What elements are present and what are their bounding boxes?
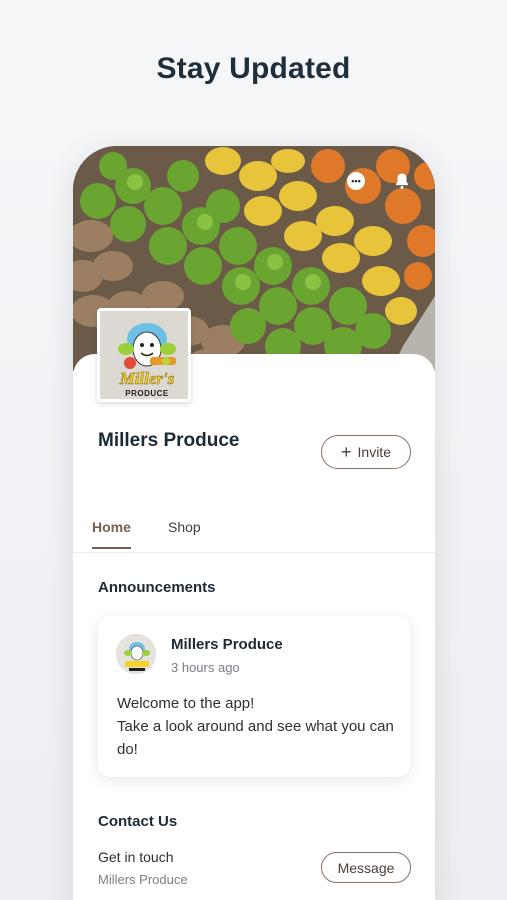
page-headline: Stay Updated	[156, 52, 351, 85]
logo-text-bottom: PRODUCE	[125, 389, 169, 398]
message-button[interactable]: Message	[321, 852, 411, 883]
post-line-2: Take a look around and see what you can …	[117, 718, 394, 758]
announcement-card[interactable]: Millers Produce 3 hours ago Welcome to t…	[98, 616, 410, 777]
invite-button[interactable]: + Invite	[321, 435, 411, 469]
business-name: Millers Produce	[98, 430, 240, 451]
avatar-illustration	[117, 635, 155, 673]
invite-label: Invite	[357, 444, 391, 460]
contact-title: Contact Us	[98, 813, 178, 830]
logo-text-top: Miller's	[119, 369, 175, 389]
plus-icon: +	[341, 442, 352, 462]
chat-bubble-icon[interactable]: •••	[347, 172, 365, 190]
bell-icon[interactable]	[393, 172, 411, 190]
top-icons: •••	[347, 172, 411, 190]
tab-home[interactable]: Home	[92, 519, 131, 535]
post-line-1: Welcome to the app!	[117, 695, 255, 712]
active-tab-indicator	[92, 547, 131, 549]
phone-frame: ••• Miller's PRODUCE Millers Produce + I…	[73, 146, 435, 900]
contact-sub: Millers Produce	[98, 872, 188, 887]
post-body: Welcome to the app! Take a look around a…	[117, 692, 402, 761]
tab-shop[interactable]: Shop	[168, 519, 201, 535]
post-timestamp: 3 hours ago	[171, 660, 240, 675]
author-avatar	[116, 634, 156, 674]
post-author: Millers Produce	[171, 636, 283, 653]
tab-bar: Home Shop	[73, 511, 435, 553]
business-logo: Miller's PRODUCE	[97, 308, 191, 402]
announcements-title: Announcements	[98, 579, 216, 596]
contact-label: Get in touch	[98, 849, 174, 865]
